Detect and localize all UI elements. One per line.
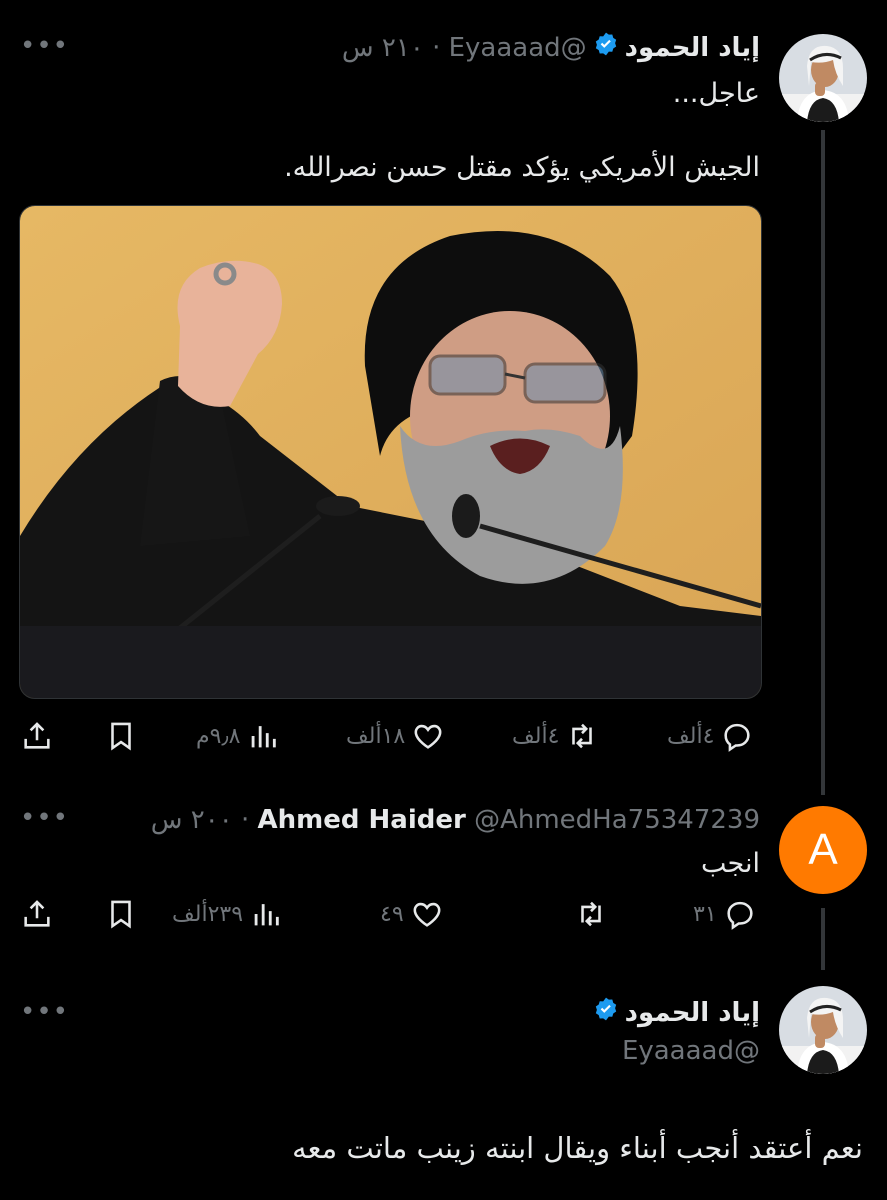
author-name[interactable]: إياد الحمود — [625, 998, 760, 1028]
verified-icon — [593, 996, 619, 1031]
share-icon — [24, 722, 50, 749]
author-avatar[interactable] — [779, 986, 867, 1074]
reply-icon — [724, 723, 751, 752]
bookmark-button[interactable] — [104, 897, 138, 935]
author-handle[interactable]: @Eyaaaad — [622, 1034, 760, 1068]
thread-line — [821, 908, 825, 970]
author-name-row: إياد الحمود — [587, 996, 760, 1031]
like-action[interactable]: ٤٩ — [380, 897, 444, 931]
reply-action[interactable]: ٤ألف — [667, 719, 754, 753]
more-icon[interactable]: ••• — [20, 805, 69, 831]
more-icon[interactable]: ••• — [20, 33, 69, 59]
views-icon — [254, 904, 279, 926]
tweet-photo[interactable] — [19, 205, 762, 699]
tweet-text-line1: عاجل... — [672, 78, 760, 109]
share-button[interactable] — [20, 719, 54, 757]
reply-count: ٣١ — [693, 901, 717, 927]
retweet-action[interactable] — [568, 897, 608, 931]
retweet-count: ٤ألف — [512, 723, 560, 749]
reply-icon — [727, 901, 753, 930]
tweet-text: نعم أعتقد أنجب أبناء ويقال ابنته زينب ما… — [292, 1131, 863, 1165]
tweet-time: · ٢٠٠ س — [150, 805, 258, 835]
bookmark-icon — [111, 722, 131, 751]
views-icon — [252, 726, 277, 748]
share-icon — [24, 900, 50, 927]
bookmark-button[interactable] — [104, 719, 138, 757]
author-handle[interactable]: @Eyaaaad — [449, 33, 587, 63]
author-name[interactable]: إياد الحمود — [625, 33, 760, 63]
like-count: ٤٩ — [380, 901, 404, 927]
reply-count: ٤ألف — [667, 723, 715, 749]
author-name[interactable]: Ahmed Haider — [258, 805, 466, 835]
views-count: ٩٫٨م — [196, 723, 241, 749]
retweet-icon — [572, 723, 593, 749]
views-action[interactable]: ٢٣٩ألف — [172, 897, 283, 931]
like-icon — [413, 902, 441, 927]
tweet-text: انجب — [701, 848, 760, 879]
tweet-header: إياد الحمود @Eyaaaad · ٢١٠ س — [342, 31, 760, 66]
verified-icon — [593, 31, 619, 66]
tweet-header: Ahmed Haider @AhmedHa75347239 · ٢٠٠ س — [151, 803, 760, 837]
views-action[interactable]: ٩٫٨م — [196, 719, 280, 753]
like-icon — [414, 724, 442, 749]
reply-action[interactable]: ٣١ — [693, 897, 757, 931]
share-button[interactable] — [20, 897, 54, 935]
retweet-icon — [581, 901, 601, 927]
retweet-action[interactable]: ٤ألف — [512, 719, 599, 753]
author-avatar[interactable]: A — [779, 806, 867, 894]
tweet-text-line2: الجيش الأمريكي يؤكد مقتل حسن نصرالله. — [284, 152, 760, 183]
author-handle[interactable]: @AhmedHa75347239 — [474, 805, 760, 835]
avatar-letter: A — [808, 825, 838, 874]
like-action[interactable]: ١٨ألف — [346, 719, 445, 753]
views-count: ٢٣٩ألف — [172, 901, 244, 927]
thread-line — [821, 130, 825, 795]
bookmark-icon — [111, 900, 131, 929]
tweet-time: · ٢١٠ س — [341, 33, 449, 63]
author-avatar[interactable] — [779, 34, 867, 122]
more-icon[interactable]: ••• — [20, 999, 69, 1025]
like-count: ١٨ألف — [346, 723, 406, 749]
